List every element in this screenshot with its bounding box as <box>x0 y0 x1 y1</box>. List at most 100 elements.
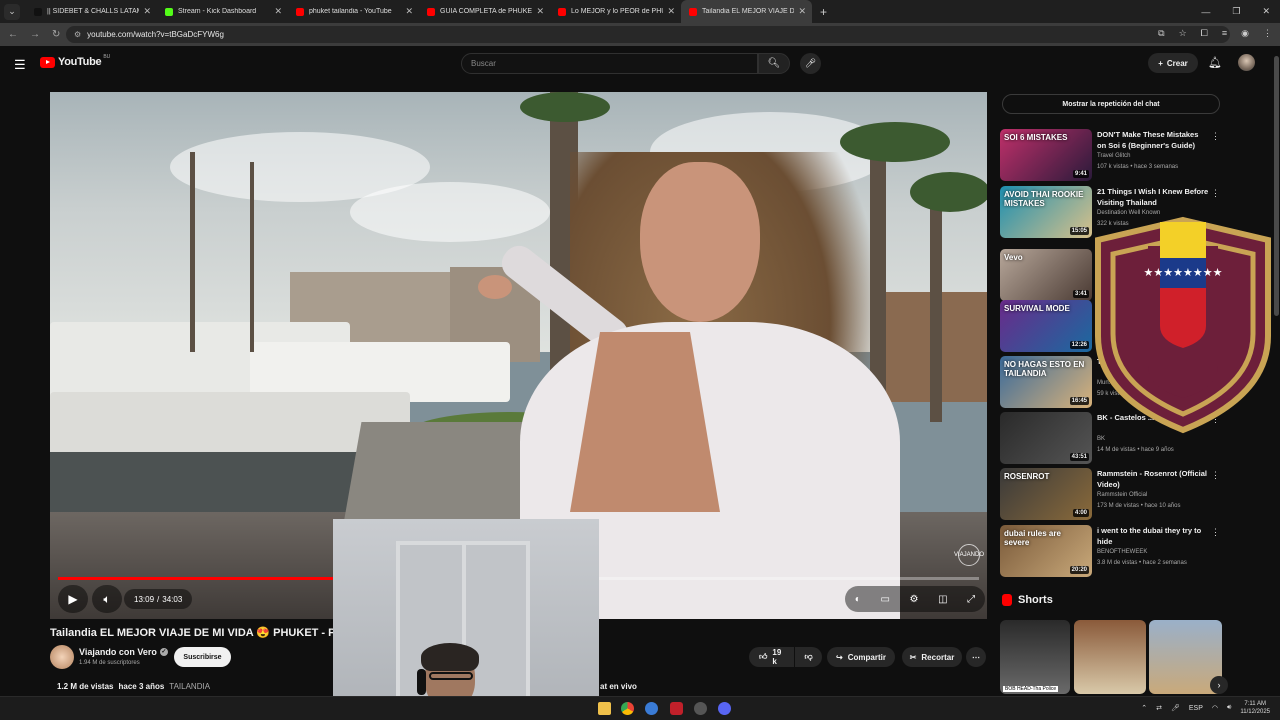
recommendation-channel[interactable]: Rammstein Official <box>1097 492 1147 498</box>
reload-icon[interactable]: ↻ <box>52 29 66 40</box>
account-avatar[interactable] <box>1238 54 1255 71</box>
share-button[interactable]: ↪ Compartir <box>827 647 895 667</box>
create-button[interactable]: + Crear <box>1148 53 1198 73</box>
short-thumbnail[interactable] <box>1074 620 1146 694</box>
subscribe-button[interactable]: Suscribirse <box>174 647 231 667</box>
fullscreen-icon[interactable]: ⤢ <box>967 594 975 605</box>
tray-chevron-icon[interactable]: ⌃ <box>1141 704 1147 712</box>
clip-button[interactable]: ✂ Recortar <box>902 647 962 667</box>
shorts-next-chevron-icon[interactable]: › <box>1210 676 1228 694</box>
profile-icon[interactable]: ◉ <box>1241 28 1249 39</box>
site-info-icon[interactable]: ⚙ <box>74 30 81 39</box>
recommendation-title[interactable]: 21 Things I Wish I Knew Before Visiting … <box>1097 186 1209 208</box>
recommendation-channel[interactable]: Travel Glitch <box>1097 153 1130 159</box>
search-icon[interactable]: 🔍︎ <box>758 53 790 74</box>
app-taskbar-icon[interactable] <box>645 702 658 715</box>
tab-close-icon[interactable]: ✕ <box>536 6 544 17</box>
back-icon[interactable]: ← <box>8 29 22 40</box>
short-thumbnail[interactable]: BOB HEAD-Tha Police <box>1000 620 1070 694</box>
dislike-button[interactable]: 👎︎ <box>795 647 822 667</box>
more-horizontal-icon: ⋯ <box>972 652 980 662</box>
live-chat-label[interactable]: at en vivo <box>600 682 637 691</box>
file-explorer-icon[interactable] <box>598 702 611 715</box>
video-thumbnail[interactable]: ROSENROT 4:00 <box>1000 468 1092 520</box>
settings-gear-icon[interactable]: ⚙ <box>910 594 919 605</box>
tray-wifi-icon[interactable]: ◠ <box>1212 704 1218 712</box>
recommendation-title[interactable]: DON'T Make These Mistakes on Soi 6 (Begi… <box>1097 129 1209 151</box>
volume-icon[interactable]: 🔈︎ <box>92 585 122 613</box>
description-summary[interactable]: 1.2 M de vistas hace 3 años TAILANDIA <box>57 682 210 691</box>
youtube-logo[interactable]: YouTube BU <box>40 54 110 68</box>
browser-tab[interactable]: || SIDEBET & CHALLS LATAM P... ✕ <box>26 0 157 23</box>
recommendation-channel[interactable]: BENOFTHEWEEK <box>1097 549 1147 555</box>
like-button[interactable]: 👍︎ 19 k <box>749 647 794 667</box>
tab-close-icon[interactable]: ✕ <box>405 6 413 17</box>
minimize-icon[interactable]: — <box>1201 7 1210 17</box>
play-icon[interactable]: ▶ <box>58 585 88 613</box>
tab-close-icon[interactable]: ✕ <box>143 6 151 17</box>
tab-close-icon[interactable]: ✕ <box>274 6 282 17</box>
page-scrollbar-thumb[interactable] <box>1274 56 1279 316</box>
settings-taskbar-icon[interactable] <box>694 702 707 715</box>
tray-network-icon[interactable]: ⇄ <box>1156 704 1162 712</box>
recommended-video[interactable]: dubai rules are severe 20:20 i went to the… <box>1000 525 1220 577</box>
channel-avatar[interactable] <box>50 645 74 669</box>
more-actions-button[interactable]: ⋯ <box>966 647 986 667</box>
tab-search-icon[interactable]: ⌄ <box>4 3 20 20</box>
bookmark-star-icon[interactable]: ☆ <box>1179 28 1187 39</box>
subtitles-icon[interactable]: ▭ <box>880 594 889 605</box>
video-thumbnail[interactable]: AVOID THAI ROOKIE MISTAKES 15:05 <box>1000 186 1092 238</box>
install-app-icon[interactable]: ⧉ <box>1158 28 1164 39</box>
channel-watermark[interactable]: VIAJANDO <box>954 544 984 566</box>
media-icon[interactable]: ≡ <box>1222 28 1227 39</box>
show-chat-replay-button[interactable]: Mostrar la repetición del chat <box>1002 94 1220 114</box>
browser-tab[interactable]: Lo MEJOR y lo PEOR de PHUKE... ✕ <box>550 0 681 23</box>
video-thumbnail[interactable]: SURVIVAL MODE 12:26 <box>1000 300 1092 352</box>
tab-close-icon[interactable]: ✕ <box>798 6 806 17</box>
video-thumbnail[interactable]: 43:51 <box>1000 412 1092 464</box>
recommendation-channel[interactable]: BK <box>1097 436 1105 442</box>
browser-tab[interactable]: Stream - Kick Dashboard ✕ <box>157 0 288 23</box>
thumbnail-text: SURVIVAL MODE <box>1004 304 1070 313</box>
browser-tab[interactable]: Tailandia EL MEJOR VIAJE DE M...✕ <box>681 0 812 23</box>
search-input[interactable]: Buscar <box>461 53 758 74</box>
app-taskbar-icon[interactable] <box>670 702 683 715</box>
chrome-menu-icon[interactable]: ⋮ <box>1263 28 1272 39</box>
maximize-icon[interactable]: ❐ <box>1232 6 1240 17</box>
discord-taskbar-icon[interactable] <box>718 702 731 715</box>
channel-name-row[interactable]: Viajando con Vero ✓ <box>79 647 168 657</box>
extensions-icon[interactable]: ⧠ <box>1201 28 1208 39</box>
close-window-icon[interactable]: ✕ <box>1262 6 1270 17</box>
autoplay-toggle-icon[interactable]: ◐ <box>855 594 861 605</box>
miniplayer-icon[interactable]: ◫ <box>938 594 947 605</box>
video-thumbnail[interactable]: SOI 6 MISTAKES 9:41 <box>1000 129 1092 181</box>
video-thumbnail[interactable]: Vevo 3:41 <box>1000 249 1092 301</box>
recommended-video[interactable]: ROSENROT 4:00 Rammstein - Rosenrot (Offici… <box>1000 468 1220 520</box>
clock[interactable]: 7:11 AM 11/12/2025 <box>1240 700 1270 716</box>
recommendation-title[interactable]: Rammstein - Rosenrot (Official Video) <box>1097 468 1209 490</box>
forward-icon[interactable]: → <box>30 29 44 40</box>
chrome-taskbar-icon[interactable] <box>621 702 634 715</box>
tray-mic-icon[interactable]: 🎤︎ <box>1171 704 1180 712</box>
video-thumbnail[interactable]: dubai rules are severe 20:20 <box>1000 525 1092 577</box>
recommendation-title[interactable]: i went to the dubai they try to hide <box>1097 525 1209 547</box>
more-vertical-icon[interactable]: ⋮ <box>1211 470 1220 481</box>
tab-favicon-icon <box>558 7 566 16</box>
more-vertical-icon[interactable]: ⋮ <box>1211 131 1220 142</box>
microphone-icon[interactable]: 🎤︎ <box>800 53 821 74</box>
hashtag[interactable]: TAILANDIA <box>169 682 210 691</box>
browser-tab[interactable]: GUÍA COMPLETA de PHUKE... ✕ <box>419 0 550 23</box>
notifications-bell-icon[interactable]: 🔔︎ <box>1208 56 1222 69</box>
tab-close-icon[interactable]: ✕ <box>667 6 675 17</box>
more-vertical-icon[interactable]: ⋮ <box>1211 527 1220 538</box>
palm-fronds <box>520 92 610 122</box>
recommended-video[interactable]: SOI 6 MISTAKES 9:41 DON'T Make These Mista… <box>1000 129 1220 181</box>
more-vertical-icon[interactable]: ⋮ <box>1211 188 1220 199</box>
tray-volume-icon[interactable]: 🔊︎ <box>1227 704 1231 712</box>
video-thumbnail[interactable]: NO HAGAS ESTO EN TAILANDIA 16:45 <box>1000 356 1092 408</box>
input-language[interactable]: ESP <box>1189 705 1203 712</box>
new-tab-icon[interactable]: + <box>820 5 827 19</box>
url-field[interactable]: ⚙ youtube.com/watch?v=tBGaDcFYW6g <box>66 26 1230 43</box>
menu-icon[interactable]: ☰ <box>14 57 26 73</box>
browser-tab[interactable]: phuket tailandia - YouTube ✕ <box>288 0 419 23</box>
